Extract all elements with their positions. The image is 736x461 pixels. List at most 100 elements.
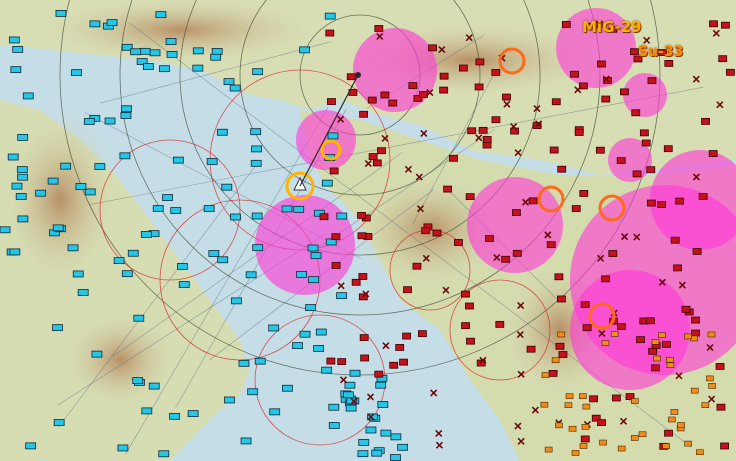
blue-unit-icon[interactable]: [170, 207, 182, 214]
blue-unit-icon[interactable]: [305, 304, 317, 311]
blue-unit-icon[interactable]: [299, 330, 311, 338]
red-unit-icon[interactable]: [360, 354, 370, 362]
orange-unit-icon[interactable]: [684, 440, 692, 447]
blue-unit-icon[interactable]: [117, 444, 129, 452]
red-unit-icon[interactable]: [551, 98, 561, 106]
blue-unit-icon[interactable]: [251, 212, 263, 220]
red-unit-icon[interactable]: [395, 344, 405, 351]
red-unit-icon[interactable]: [526, 345, 536, 353]
red-unit-icon[interactable]: [574, 129, 584, 136]
blue-unit-icon[interactable]: [10, 66, 22, 74]
red-unit-icon[interactable]: [616, 323, 626, 330]
blue-unit-icon[interactable]: [211, 48, 223, 55]
red-unit-icon[interactable]: [326, 357, 336, 365]
blue-unit-icon[interactable]: [83, 118, 95, 125]
blue-unit-icon[interactable]: [53, 419, 65, 426]
blue-unit-icon[interactable]: [344, 381, 356, 389]
blue-unit-icon[interactable]: [254, 357, 266, 365]
red-unit-icon[interactable]: [612, 394, 621, 402]
orange-unit-icon[interactable]: [658, 332, 666, 338]
blue-unit-icon[interactable]: [75, 183, 87, 190]
red-unit-icon[interactable]: [359, 334, 369, 342]
blue-unit-icon[interactable]: [106, 19, 118, 27]
blue-unit-icon[interactable]: [11, 182, 23, 190]
red-unit-icon[interactable]: [715, 363, 725, 370]
blue-unit-icon[interactable]: [12, 46, 24, 53]
blue-unit-icon[interactable]: [371, 449, 383, 457]
blue-unit-icon[interactable]: [210, 53, 222, 61]
red-unit-icon[interactable]: [631, 109, 641, 117]
blue-unit-icon[interactable]: [130, 48, 142, 56]
red-unit-icon[interactable]: [582, 324, 592, 332]
blue-unit-icon[interactable]: [139, 47, 151, 55]
red-unit-icon[interactable]: [709, 20, 718, 28]
red-unit-icon[interactable]: [645, 317, 655, 325]
blue-unit-icon[interactable]: [177, 262, 188, 270]
blue-unit-icon[interactable]: [165, 38, 177, 45]
red-unit-icon[interactable]: [449, 154, 458, 162]
blue-unit-icon[interactable]: [250, 128, 262, 136]
orange-unit-icon[interactable]: [708, 383, 716, 389]
red-unit-icon[interactable]: [337, 358, 347, 365]
red-unit-icon[interactable]: [331, 233, 341, 241]
blue-unit-icon[interactable]: [203, 205, 215, 212]
blue-unit-icon[interactable]: [148, 382, 160, 390]
blue-unit-icon[interactable]: [120, 112, 132, 119]
blue-unit-icon[interactable]: [375, 381, 387, 389]
blue-unit-icon[interactable]: [299, 46, 310, 54]
blue-unit-icon[interactable]: [230, 213, 241, 221]
blue-unit-icon[interactable]: [15, 193, 27, 200]
blue-unit-icon[interactable]: [345, 404, 357, 412]
red-unit-icon[interactable]: [466, 337, 475, 345]
red-unit-icon[interactable]: [482, 136, 492, 143]
blue-unit-icon[interactable]: [223, 78, 235, 85]
blue-unit-icon[interactable]: [252, 68, 264, 76]
blue-unit-icon[interactable]: [321, 179, 333, 187]
red-unit-icon[interactable]: [327, 98, 336, 105]
red-unit-icon[interactable]: [557, 165, 567, 173]
blue-unit-icon[interactable]: [310, 252, 322, 259]
red-unit-icon[interactable]: [374, 370, 384, 378]
red-unit-icon[interactable]: [454, 239, 463, 246]
orange-unit-icon[interactable]: [544, 446, 553, 453]
red-unit-icon[interactable]: [698, 193, 708, 200]
red-unit-icon[interactable]: [692, 248, 702, 255]
blue-unit-icon[interactable]: [293, 205, 305, 213]
red-unit-icon[interactable]: [570, 70, 579, 78]
red-unit-icon[interactable]: [664, 60, 674, 67]
red-unit-icon[interactable]: [367, 96, 377, 104]
red-unit-icon[interactable]: [601, 95, 611, 103]
blue-unit-icon[interactable]: [238, 359, 250, 367]
blue-unit-icon[interactable]: [221, 183, 233, 191]
red-unit-icon[interactable]: [571, 205, 581, 212]
red-unit-icon[interactable]: [388, 99, 398, 107]
red-unit-icon[interactable]: [646, 166, 656, 174]
red-unit-icon[interactable]: [639, 129, 649, 137]
blue-unit-icon[interactable]: [321, 366, 333, 374]
red-unit-icon[interactable]: [663, 145, 673, 153]
red-unit-icon[interactable]: [319, 213, 329, 221]
blue-unit-icon[interactable]: [149, 49, 161, 57]
blue-unit-icon[interactable]: [358, 439, 370, 446]
blue-unit-icon[interactable]: [77, 289, 89, 296]
orange-unit-icon[interactable]: [540, 401, 549, 408]
blue-unit-icon[interactable]: [16, 166, 28, 173]
orange-unit-icon[interactable]: [662, 443, 670, 449]
orange-unit-icon[interactable]: [630, 435, 639, 441]
red-unit-icon[interactable]: [608, 250, 618, 257]
blue-unit-icon[interactable]: [94, 163, 106, 170]
blue-unit-icon[interactable]: [22, 92, 34, 100]
orange-unit-icon[interactable]: [638, 431, 647, 438]
red-unit-icon[interactable]: [357, 232, 367, 240]
red-unit-icon[interactable]: [580, 435, 590, 443]
red-unit-icon[interactable]: [443, 185, 453, 193]
blue-unit-icon[interactable]: [252, 244, 264, 252]
threat-zone[interactable]: [296, 110, 356, 170]
red-unit-icon[interactable]: [636, 336, 645, 344]
orange-unit-icon[interactable]: [601, 340, 610, 346]
blue-unit-icon[interactable]: [231, 297, 242, 305]
blue-unit-icon[interactable]: [119, 152, 131, 160]
blue-unit-icon[interactable]: [217, 256, 229, 264]
red-unit-icon[interactable]: [701, 117, 710, 125]
orange-unit-icon[interactable]: [564, 402, 573, 408]
